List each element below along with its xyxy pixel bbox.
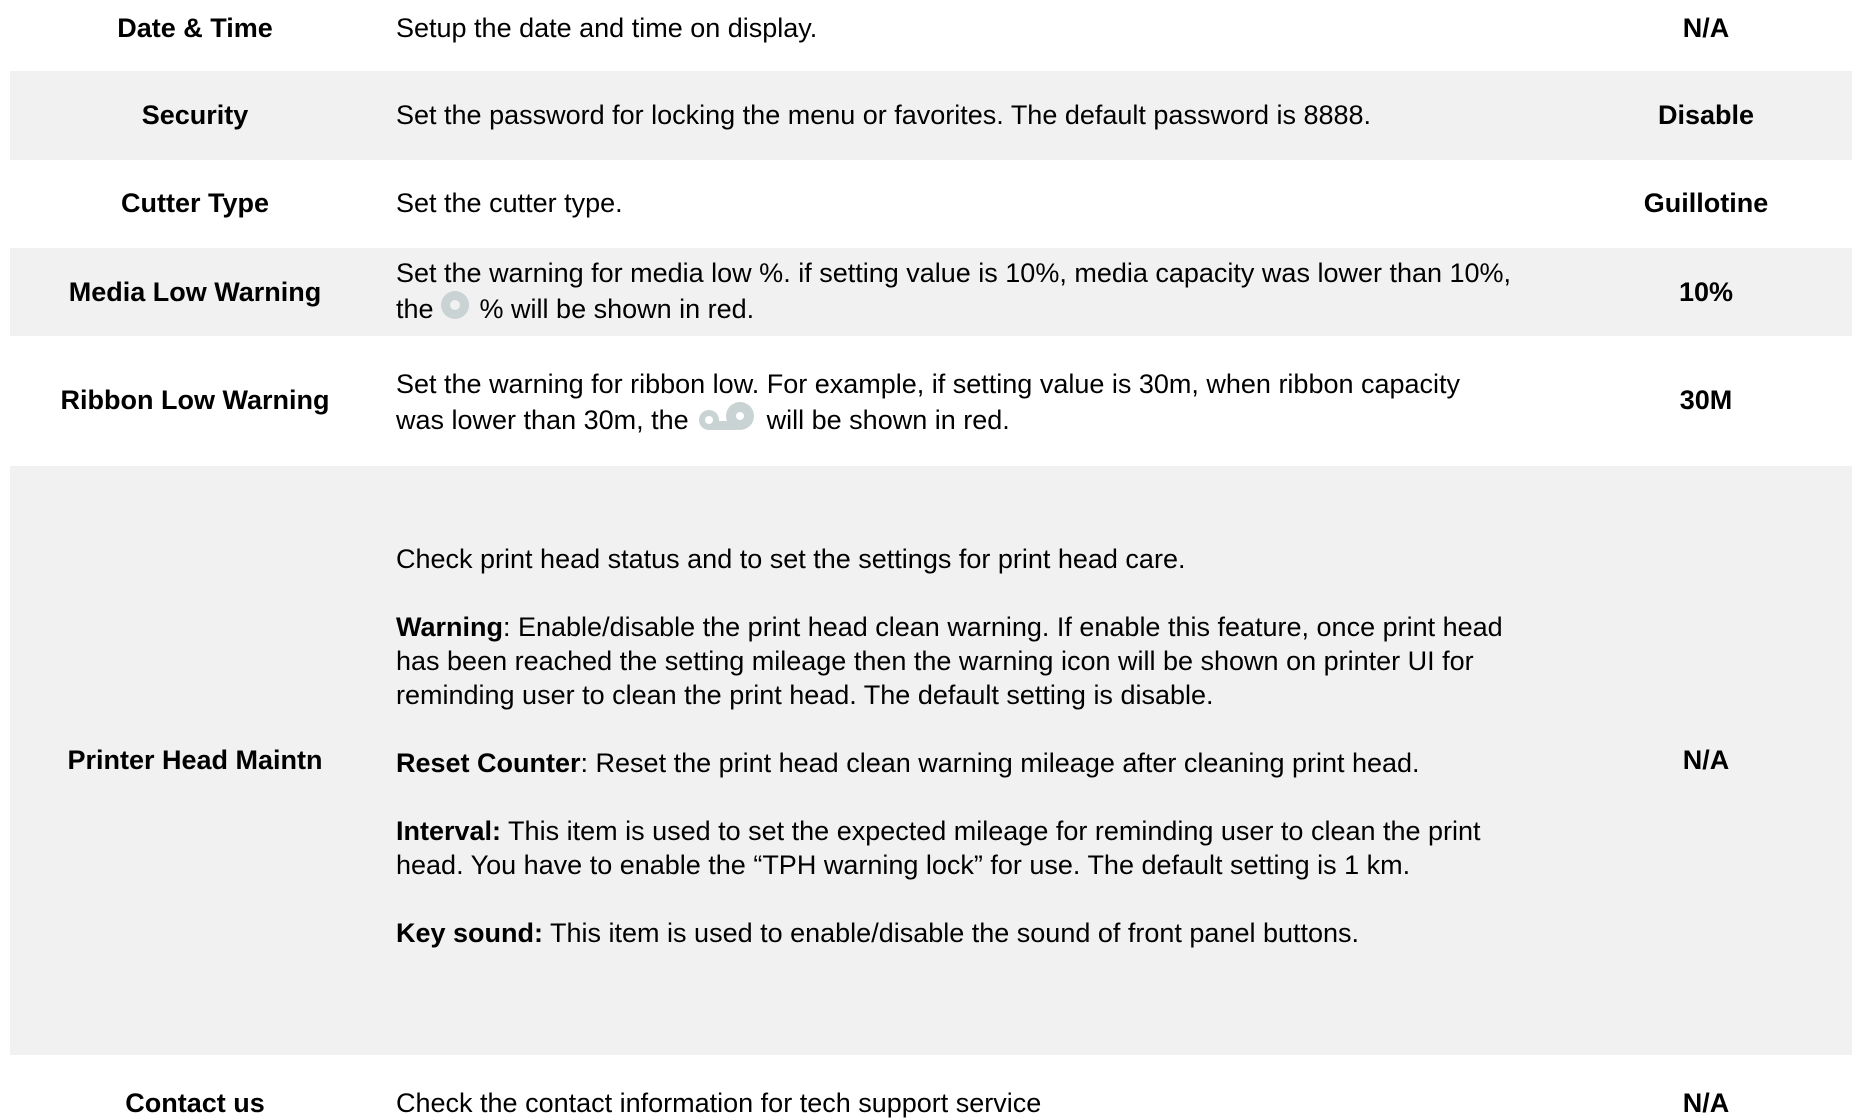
description-item-warning: Warning: Enable/disable the print head c… <box>396 610 1536 712</box>
item-label: Reset Counter <box>396 748 581 778</box>
setting-description: Setup the date and time on display. <box>396 13 818 43</box>
setting-name: Date & Time <box>117 13 273 43</box>
table-row-date-time: Date & Time Setup the date and time on d… <box>10 0 1852 71</box>
item-text: This item is used to set the expected mi… <box>396 816 1481 880</box>
setting-default: 30M <box>1679 385 1733 415</box>
setting-default: 10% <box>1678 277 1734 307</box>
setting-default: N/A <box>1682 745 1730 775</box>
setting-default: Guillotine <box>1643 188 1769 218</box>
setting-name: Contact us <box>125 1088 265 1118</box>
table-row-cutter-type: Cutter Type Set the cutter type. Guillot… <box>10 160 1852 248</box>
setting-name: Ribbon Low Warning <box>60 385 330 415</box>
setting-default: Disable <box>1657 100 1755 130</box>
table-row-ribbon-low-warning: Ribbon Low Warning Set the warning for r… <box>10 336 1852 466</box>
table-row-printer-head-maintn: Printer Head Maintn Check print head sta… <box>10 466 1852 1055</box>
item-label: Key sound: <box>396 918 544 948</box>
ribbon-rolls-icon <box>695 401 757 439</box>
description-item-interval: Interval: This item is used to set the e… <box>396 814 1536 882</box>
item-text: : Enable/disable the print head clean wa… <box>396 612 1503 710</box>
media-roll-icon <box>440 290 470 328</box>
description-text-after: will be shown in red. <box>766 405 1010 435</box>
description-item-key-sound: Key sound: This item is used to enable/d… <box>396 916 1536 950</box>
description-text-after: % will be shown in red. <box>479 294 755 324</box>
table-row-media-low-warning: Media Low Warning Set the warning for me… <box>10 248 1852 336</box>
item-label: Interval: <box>396 816 502 846</box>
setting-name: Cutter Type <box>120 188 269 218</box>
setting-default: N/A <box>1682 1088 1730 1118</box>
description-intro: Check print head status and to set the s… <box>396 544 1186 574</box>
item-text: : Reset the print head clean warning mil… <box>580 748 1420 778</box>
setting-description: Set the warning for ribbon low. For exam… <box>396 367 1466 439</box>
setting-name: Security <box>141 100 249 130</box>
setting-default: N/A <box>1682 13 1730 43</box>
setting-description: Check print head status and to set the s… <box>396 542 1536 950</box>
setting-name: Printer Head Maintn <box>67 745 323 775</box>
setting-name: Media Low Warning <box>68 277 322 307</box>
item-text: This item is used to enable/disable the … <box>543 918 1360 948</box>
setting-description: Set the warning for media low %. if sett… <box>396 256 1526 328</box>
table-row-security: Security Set the password for locking th… <box>10 71 1852 160</box>
setting-description: Check the contact information for tech s… <box>396 1088 1042 1118</box>
table-row-contact-us: Contact us Check the contact information… <box>10 1055 1852 1119</box>
item-label: Warning <box>396 612 503 642</box>
description-item-reset-counter: Reset Counter: Reset the print head clea… <box>396 746 1536 780</box>
settings-table: Date & Time Setup the date and time on d… <box>10 0 1852 1119</box>
setting-description: Set the password for locking the menu or… <box>396 100 1372 130</box>
setting-description: Set the cutter type. <box>396 188 623 218</box>
